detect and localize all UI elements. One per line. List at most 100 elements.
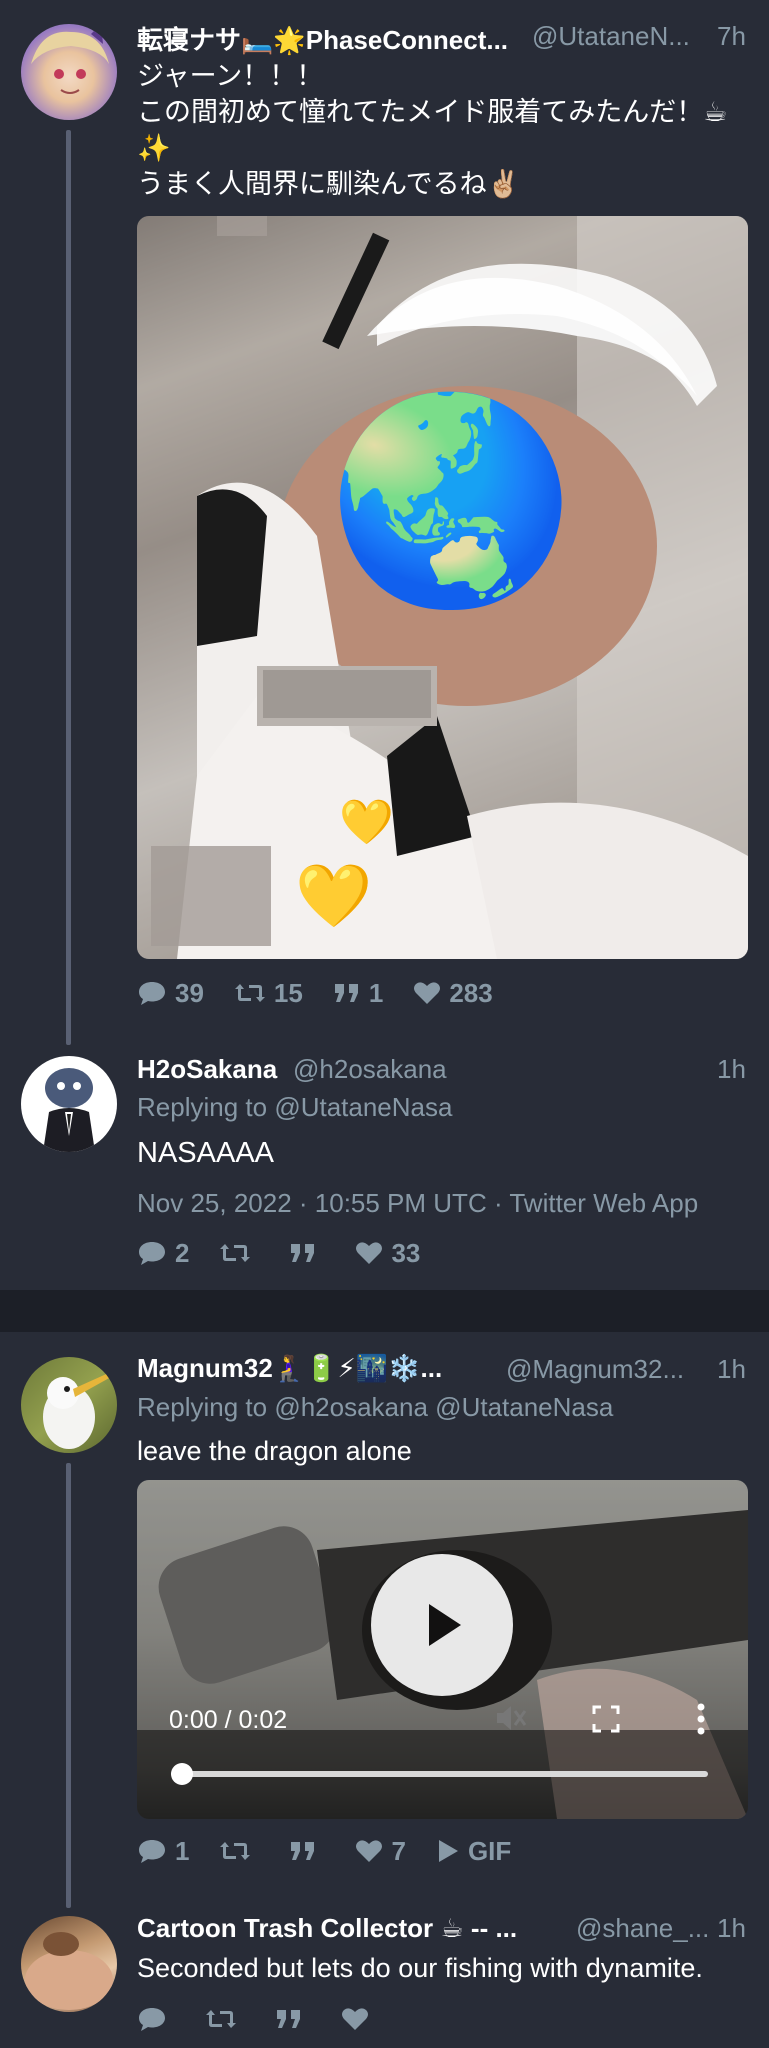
thread-separator — [0, 1290, 769, 1332]
tweet-time[interactable]: 1h — [717, 1354, 746, 1385]
reply-button[interactable]: 39 — [137, 978, 204, 1009]
quote-icon — [277, 2010, 300, 2028]
play-icon — [429, 1604, 461, 1646]
replying-to-user-link[interactable]: @UtataneNasa — [274, 1092, 452, 1122]
heart-emoji-small: 💛 — [339, 798, 394, 847]
fullscreen-icon — [592, 1705, 620, 1733]
like-count: 33 — [391, 1237, 421, 1268]
avatar-utatane-art — [31, 24, 109, 94]
quote-icon — [291, 1244, 315, 1262]
heart-emoji-large: 💛 — [295, 862, 373, 931]
replying-to-user-link[interactable]: @UtataneNasa — [435, 1392, 613, 1422]
reply-icon — [139, 1840, 165, 1863]
muted-speaker-icon — [497, 1706, 527, 1730]
tweet-text-line: ✨ — [137, 133, 171, 163]
video-menu-button[interactable] — [695, 1702, 707, 1741]
tweet-text-line: うまく人間界に馴染んでるね✌🏼 — [137, 169, 521, 199]
replying-to-prefix: Replying to — [137, 1392, 268, 1422]
play-triangle-icon — [438, 1840, 458, 1862]
reply-icon — [139, 982, 165, 1005]
tweet-text: Seconded but lets do our fishing with dy… — [137, 1953, 703, 1983]
tweet-time[interactable]: 7h — [717, 21, 746, 52]
video-time: 0:00 / 0:02 — [169, 1706, 288, 1734]
globe-emoji: 🌏 — [327, 389, 577, 612]
author-name[interactable]: 転寝ナサ🛏️🌟PhaseConnect... — [137, 20, 517, 57]
tweet-date[interactable]: Nov 25, 2022 · 10:55 PM UTC · Twitter We… — [137, 1188, 698, 1219]
reply-button[interactable]: 1 — [137, 1836, 189, 1867]
tweet-text: leave the dragon alone — [137, 1436, 412, 1466]
author-handle[interactable]: @h2osakana — [293, 1054, 447, 1085]
video-progress-knob[interactable] — [171, 1763, 193, 1785]
avatar-h2osakana-art — [43, 1068, 95, 1152]
replying-to-prefix: Replying to — [137, 1092, 268, 1122]
avatar-shane[interactable] — [21, 1916, 117, 2012]
tweet-stats: 2 33 — [137, 1236, 450, 1270]
reply-count: 2 — [175, 1237, 190, 1268]
like-button[interactable]: 283 — [413, 977, 493, 1009]
tweet-text-line: この間初めて憧れてたメイド服着てみたんだ！☕ — [137, 97, 728, 127]
tweet-stats — [137, 2002, 407, 2036]
reply-button[interactable] — [137, 2006, 175, 2032]
reply-count: 1 — [175, 1835, 190, 1866]
retweet-button[interactable]: 15 — [234, 978, 303, 1009]
retweet-icon — [220, 1244, 251, 1262]
author-name[interactable]: H2oSakana — [137, 1054, 277, 1085]
like-button[interactable]: 7 — [355, 1835, 406, 1867]
author-name[interactable]: Magnum32🧎‍♀️🔋⚡🌃❄️... — [137, 1353, 477, 1384]
quote-button[interactable]: 1 — [333, 978, 383, 1009]
play-button[interactable] — [371, 1554, 513, 1696]
retweet-count: 15 — [273, 977, 303, 1008]
replying-to: Replying to @h2osakana @UtataneNasa — [137, 1392, 613, 1423]
retweet-button[interactable] — [205, 2007, 245, 2031]
quote-button[interactable] — [275, 2007, 311, 2031]
video-progress-track[interactable] — [171, 1771, 708, 1777]
heart-icon — [342, 2008, 368, 2030]
author-handle[interactable]: @UtataneN... — [532, 21, 690, 52]
thread-line — [66, 1463, 71, 1908]
tweet-image[interactable]: 🌏 💛 💛 — [137, 216, 748, 959]
tweet-text: NASAAAA — [137, 1137, 274, 1169]
tweet-text-line: ジャーン！！！ — [137, 61, 324, 91]
reply-count: 39 — [175, 977, 204, 1008]
like-count: 283 — [449, 977, 493, 1008]
tweet-time[interactable]: 1h — [717, 1054, 746, 1085]
tweet-video[interactable]: 0:00 / 0:02 — [137, 1480, 748, 1819]
author-handle[interactable]: @shane_... — [576, 1913, 709, 1944]
heart-icon — [414, 982, 441, 1004]
retweet-button[interactable] — [219, 1241, 259, 1265]
reply-icon — [139, 1242, 165, 1265]
fullscreen-button[interactable] — [591, 1704, 621, 1739]
retweet-icon — [234, 984, 265, 1002]
quote-button[interactable] — [289, 1839, 325, 1863]
author-name[interactable]: Cartoon Trash Collector ☕ -- ... — [137, 1913, 537, 1944]
mute-button[interactable] — [493, 1702, 529, 1739]
quote-count: 1 — [368, 977, 384, 1008]
quote-button[interactable] — [289, 1241, 325, 1265]
quote-icon — [334, 984, 358, 1002]
gif-text: GIF — [467, 1835, 512, 1866]
replying-to: Replying to @UtataneNasa — [137, 1092, 452, 1123]
like-button[interactable] — [341, 2007, 377, 2031]
avatar-utatane[interactable] — [21, 24, 117, 120]
avatar-magnum32-art — [43, 1371, 113, 1449]
reply-icon — [139, 2008, 165, 2031]
quote-icon — [291, 1842, 315, 1860]
tweet-stats: 39 15 1 283 — [137, 976, 523, 1010]
tweet-text: ジャーン！！！ この間初めて憧れてたメイド服着てみたんだ！☕ ✨ うまく人間界に… — [137, 58, 747, 202]
author-handle[interactable]: @Magnum32... — [506, 1354, 684, 1385]
heart-icon — [356, 1840, 383, 1862]
like-count: 7 — [391, 1835, 406, 1866]
reply-button[interactable]: 2 — [137, 1238, 189, 1269]
tweet-time[interactable]: 1h — [717, 1913, 746, 1944]
retweet-button[interactable] — [219, 1839, 259, 1863]
more-vertical-icon — [697, 1703, 705, 1735]
tweet-stats: 1 7 GIF — [137, 1834, 541, 1868]
avatar-magnum32[interactable] — [21, 1357, 117, 1453]
heart-icon — [356, 1242, 383, 1264]
retweet-icon — [206, 2010, 236, 2028]
like-button[interactable]: 33 — [355, 1238, 420, 1269]
avatar-h2osakana[interactable] — [21, 1056, 117, 1152]
retweet-icon — [220, 1842, 251, 1860]
replying-to-user-link[interactable]: @h2osakana — [274, 1392, 428, 1422]
avatar-shane-art — [25, 1932, 113, 2010]
